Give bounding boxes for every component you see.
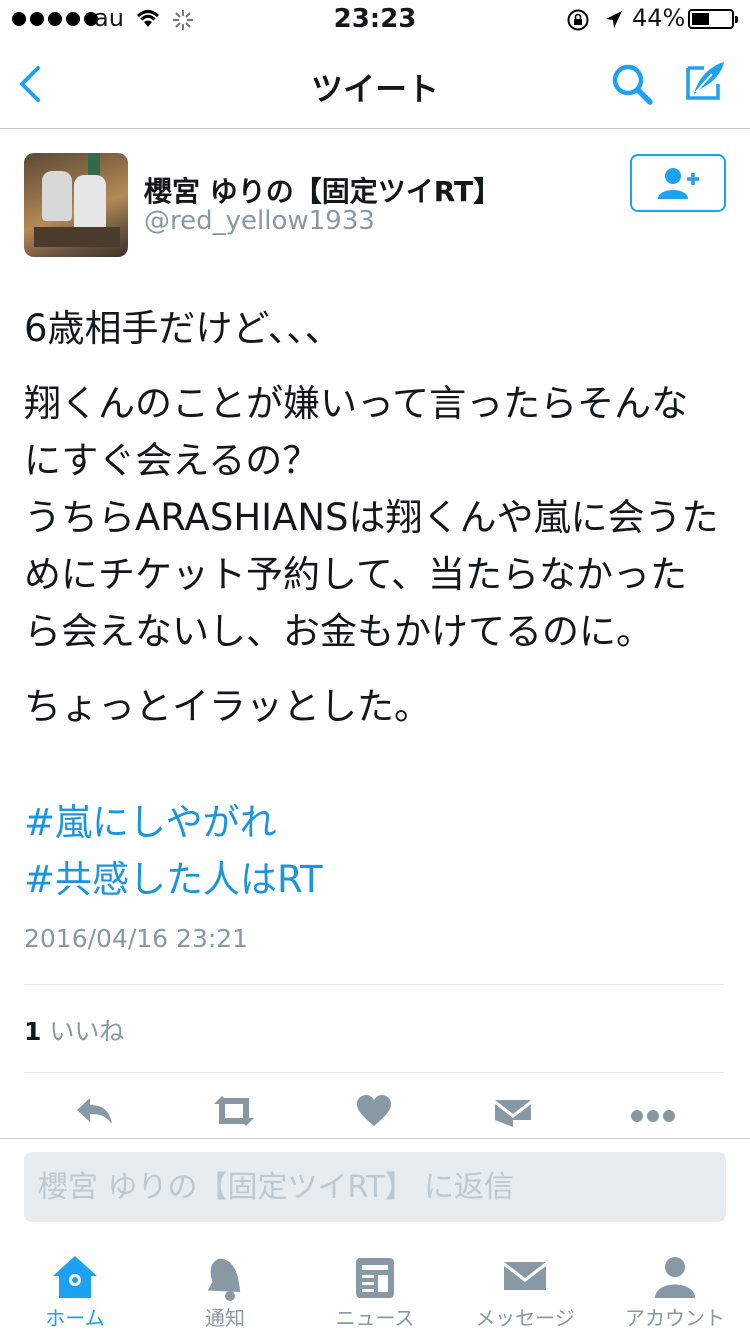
- tweet-paragraph: 翔くんのことが嫌いって言ったらそんなにすぐ会えるの？ うちらARASHIANSは…: [24, 382, 719, 653]
- tweet-text: 6歳相手だけど、、、 翔くんのことが嫌いって言ったらそんなにすぐ会えるの？ うち…: [24, 300, 724, 753]
- author-display-name[interactable]: 櫻宮 ゆりの【固定ツイRT】: [144, 170, 501, 210]
- tweet-paragraph: 6歳相手だけど、、、: [24, 307, 342, 350]
- search-button[interactable]: [610, 62, 654, 110]
- compose-tweet-button[interactable]: [682, 58, 728, 108]
- reply-icon: [77, 1098, 112, 1124]
- tab-news[interactable]: ニュース: [300, 1240, 450, 1334]
- home-icon: [50, 1252, 100, 1302]
- like-button[interactable]: [356, 1094, 392, 1132]
- rotation-lock-icon: [566, 8, 590, 39]
- direct-message-button[interactable]: [494, 1094, 532, 1132]
- hashtag-list: #嵐にしやがれ #共感した人はRT: [24, 794, 323, 908]
- tab-label: メッセージ: [475, 1306, 575, 1330]
- news-icon: [350, 1252, 400, 1302]
- battery-icon: [688, 9, 738, 29]
- tab-messages[interactable]: メッセージ: [450, 1240, 600, 1334]
- likes-count[interactable]: 1 いいね: [24, 1012, 124, 1048]
- follow-button[interactable]: [630, 154, 726, 212]
- more-dots-icon: [631, 1110, 675, 1122]
- reply-button[interactable]: [74, 1094, 116, 1132]
- tab-account[interactable]: アカウント: [600, 1240, 750, 1334]
- tab-home[interactable]: ホーム: [0, 1240, 150, 1334]
- divider: [24, 984, 724, 985]
- avatar[interactable]: [24, 153, 128, 257]
- like-count-label: いいね: [49, 1017, 125, 1046]
- divider: [24, 1072, 724, 1073]
- person-icon: [650, 1252, 700, 1302]
- tab-label: アカウント: [625, 1306, 725, 1330]
- battery-percent: 44%: [632, 4, 686, 32]
- heart-icon: [357, 1095, 391, 1126]
- compose-quill-icon: [686, 62, 724, 100]
- tab-notifications[interactable]: 通知: [150, 1240, 300, 1334]
- tab-bar: ホーム 通知 ニュース メッセージ アカウント: [0, 1240, 750, 1334]
- tab-label: ニュース: [335, 1306, 415, 1330]
- author-handle[interactable]: @red_yellow1933: [144, 206, 375, 236]
- more-options-button[interactable]: [630, 1094, 676, 1132]
- envelope-icon: [495, 1100, 531, 1127]
- search-icon: [612, 64, 653, 105]
- navigation-bar: ツイート: [0, 40, 750, 129]
- retweet-icon: [214, 1096, 254, 1126]
- status-bar: au 23:23 44%: [0, 0, 750, 40]
- tab-label: 通知: [205, 1306, 245, 1330]
- bell-icon: [200, 1252, 250, 1302]
- like-count-number: 1: [24, 1017, 42, 1046]
- tweet-paragraph: ちょっとイラッとした。: [24, 685, 431, 728]
- envelope-icon: [500, 1252, 550, 1302]
- location-arrow-icon: [604, 8, 624, 38]
- hashtag-link[interactable]: #嵐にしやがれ: [24, 794, 323, 851]
- add-user-icon: [658, 168, 699, 199]
- reply-input[interactable]: [24, 1152, 726, 1222]
- tab-label: ホーム: [45, 1306, 105, 1330]
- retweet-button[interactable]: [210, 1094, 258, 1132]
- tweet-timestamp: 2016/04/16 23:21: [24, 924, 249, 953]
- hashtag-link[interactable]: #共感した人はRT: [24, 851, 323, 908]
